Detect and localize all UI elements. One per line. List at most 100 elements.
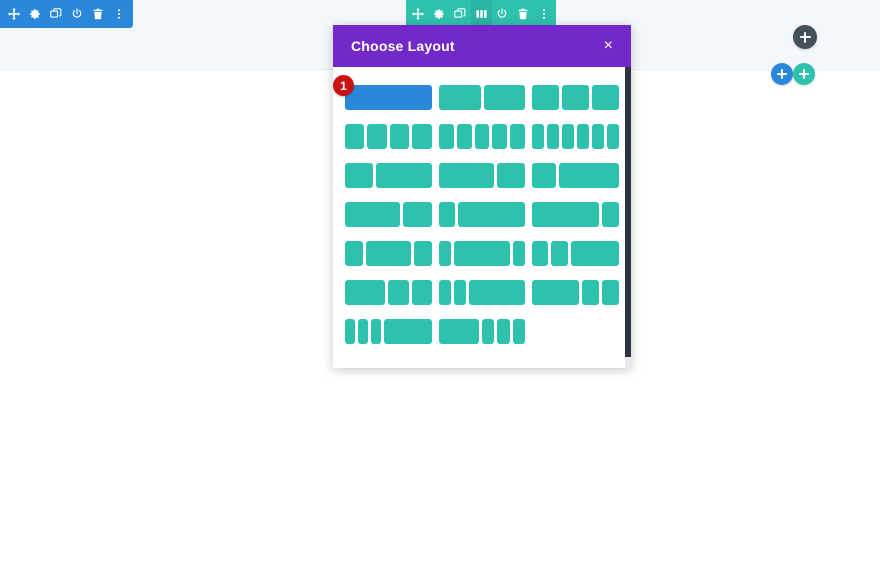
layout-column-block — [562, 85, 590, 110]
layout-column-block — [345, 163, 373, 188]
layout-column-block — [558, 163, 620, 188]
layout-column-block — [453, 241, 511, 266]
layout-column-block — [592, 124, 605, 149]
layout-half-quarter-quarter[interactable] — [345, 276, 432, 309]
layout-column-block — [412, 124, 432, 149]
modal-header: Choose Layout × — [333, 25, 631, 67]
layout-column-block — [438, 241, 451, 266]
trash-icon[interactable] — [513, 0, 534, 28]
layout-quarter-threequarters[interactable] — [532, 159, 620, 192]
layout-column-block — [371, 319, 382, 344]
layout-options-list: 1 — [333, 67, 631, 368]
layout-preview — [438, 85, 526, 110]
gear-icon[interactable] — [25, 0, 46, 28]
add-module-button[interactable] — [793, 63, 815, 85]
kebab-menu-icon[interactable] — [534, 0, 555, 28]
layout-preview — [438, 241, 526, 266]
plus-icon — [777, 69, 787, 79]
columns-icon[interactable] — [470, 0, 492, 28]
layout-column-block — [358, 319, 369, 344]
row-toolbar[interactable] — [406, 0, 556, 28]
power-icon[interactable] — [492, 0, 513, 28]
choose-layout-modal: Choose Layout × 1 — [333, 25, 631, 368]
layout-third-twothirds[interactable] — [345, 159, 432, 192]
layout-column-block — [438, 202, 456, 227]
layout-2-columns[interactable] — [438, 81, 526, 114]
layout-column-block — [375, 163, 432, 188]
layout-3-columns[interactable] — [532, 81, 620, 114]
move-icon[interactable] — [4, 0, 25, 28]
layout-column-block — [384, 319, 432, 344]
layout-preview — [345, 319, 432, 344]
layout-fifth-fifth-rest[interactable] — [438, 276, 526, 309]
layout-column-block — [403, 202, 432, 227]
layout-column-block — [512, 319, 526, 344]
layout-column-block — [453, 280, 466, 305]
layout-preview — [345, 163, 432, 188]
layout-one-wide-three-narrow[interactable] — [438, 315, 526, 348]
layout-twothirds-third-b[interactable] — [345, 198, 432, 231]
add-section-button[interactable] — [793, 25, 817, 49]
layout-column-block — [497, 319, 510, 344]
layout-column-block — [602, 280, 620, 305]
plus-icon — [799, 69, 809, 79]
layout-row — [345, 237, 620, 270]
layout-column-block — [345, 124, 365, 149]
layout-row — [345, 159, 620, 192]
layout-column-block — [532, 85, 560, 110]
layout-column-block — [513, 241, 526, 266]
add-row-button[interactable] — [771, 63, 793, 85]
move-icon[interactable] — [408, 0, 429, 28]
layout-column-block — [602, 202, 620, 227]
layout-rest-quarter[interactable] — [532, 198, 620, 231]
layout-column-block — [497, 163, 526, 188]
layout-column-block — [438, 319, 480, 344]
layout-column-block — [510, 124, 526, 149]
trash-icon[interactable] — [88, 0, 109, 28]
layout-1-column[interactable]: 1 — [333, 75, 432, 114]
layout-column-block — [562, 124, 575, 149]
layout-column-block — [438, 280, 451, 305]
layout-column-block — [345, 280, 386, 305]
layout-column-block — [570, 241, 620, 266]
duplicate-icon[interactable] — [46, 0, 67, 28]
layout-quarter-rest[interactable] — [438, 198, 526, 231]
layout-column-block — [547, 124, 560, 149]
layout-half-fifth-fifth[interactable] — [532, 276, 620, 309]
layout-column-block — [345, 319, 356, 344]
layout-row: 1 — [333, 75, 620, 114]
layout-three-narrow-one-wide[interactable] — [345, 315, 432, 348]
layout-column-block — [413, 241, 432, 266]
power-icon[interactable] — [67, 0, 88, 28]
layout-column-block — [532, 124, 545, 149]
layout-column-block — [607, 124, 620, 149]
layout-quarter-half-quarter[interactable] — [345, 237, 432, 270]
layout-preview — [532, 202, 620, 227]
layout-column-block — [367, 124, 387, 149]
layout-preview — [532, 163, 620, 188]
layout-4-columns[interactable] — [345, 120, 432, 153]
kebab-menu-icon[interactable] — [109, 0, 130, 28]
layout-column-block — [582, 280, 600, 305]
layout-quarter-quarter-half[interactable] — [532, 237, 620, 270]
layout-preview — [345, 85, 432, 110]
layout-column-block — [411, 280, 432, 305]
duplicate-icon[interactable] — [450, 0, 471, 28]
layout-twothirds-third[interactable] — [438, 159, 526, 192]
layout-column-block — [345, 241, 363, 266]
module-toolbar[interactable] — [0, 0, 133, 28]
close-icon[interactable]: × — [600, 34, 617, 58]
layout-row — [345, 315, 619, 348]
modal-scrollbar[interactable] — [625, 67, 631, 357]
layout-preview — [345, 124, 432, 149]
gear-icon[interactable] — [429, 0, 450, 28]
layout-5-columns[interactable] — [438, 120, 526, 153]
layout-6-columns[interactable] — [532, 120, 620, 153]
layout-column-block — [532, 241, 549, 266]
layout-column-block — [345, 202, 401, 227]
layout-preview — [345, 241, 432, 266]
layout-column-block — [458, 202, 526, 227]
layout-preview — [532, 85, 620, 110]
layout-column-block — [456, 124, 472, 149]
layout-fifth-center-fifth[interactable] — [438, 237, 526, 270]
